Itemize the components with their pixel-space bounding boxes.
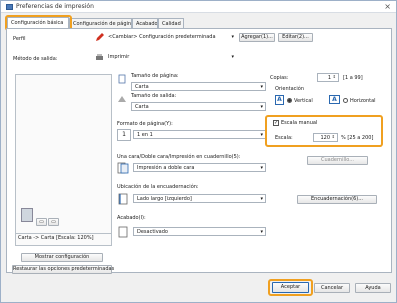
chevron-down-icon: ▾ xyxy=(260,84,263,90)
page-size-select[interactable]: Carta ▾ xyxy=(131,82,266,91)
copies-value: 1 xyxy=(327,75,331,81)
tab-quality[interactable]: Calidad xyxy=(158,18,184,28)
duplex-select[interactable]: Impresión a doble cara ▾ xyxy=(133,163,266,172)
title-bar: Preferencias de impresión × xyxy=(1,1,396,13)
binding-button[interactable]: Encuadernación(6)... xyxy=(297,195,377,204)
chevron-down-icon: ▾ xyxy=(260,165,263,171)
chevron-down-icon: ▾ xyxy=(231,34,234,40)
printer-icon xyxy=(6,4,13,10)
output-size-label: Tamaño de salida: xyxy=(131,93,177,99)
help-button[interactable]: Ayuda xyxy=(355,283,391,293)
printer-icon xyxy=(96,54,103,60)
orientation-horizontal-radio[interactable] xyxy=(343,98,348,103)
chevron-down-icon: ▾ xyxy=(260,196,263,202)
binding-value: Lado largo [izquierdo] xyxy=(137,196,192,202)
printer-graphic xyxy=(21,208,33,222)
binding-label: Ubicación de la encuadernación: xyxy=(117,184,199,190)
spinner-arrows-icon[interactable]: ⇕ xyxy=(333,74,336,79)
window-title: Preferencias de impresión xyxy=(16,3,94,10)
output-method-label: Método de salida: xyxy=(13,56,58,62)
landscape-icon: A xyxy=(329,95,340,104)
chevron-down-icon: ▾ xyxy=(231,54,234,60)
profile-select[interactable]: <Cambiar> Configuración predeterminada ▾ xyxy=(105,33,236,42)
chevron-down-icon: ▾ xyxy=(260,132,263,138)
scale-highlight xyxy=(265,115,383,147)
pencil-icon xyxy=(96,33,104,41)
cancel-button[interactable]: Cancelar xyxy=(314,283,350,293)
close-icon[interactable]: × xyxy=(384,2,391,11)
page-format-label: Formato de página(Y): xyxy=(117,121,173,127)
copies-range: [1 a 99] xyxy=(343,75,363,81)
page-size-label: Tamaño de página: xyxy=(131,73,179,79)
tab-page-setup[interactable]: Configuración de página xyxy=(69,18,132,28)
chevron-down-icon: ▾ xyxy=(260,104,263,110)
page-size-icon xyxy=(118,74,126,84)
page-swap-button[interactable]: ▭ xyxy=(48,218,59,226)
output-size-value: Carta xyxy=(135,104,149,110)
profile-value: <Cambiar> Configuración predeterminada xyxy=(108,34,216,40)
portrait-icon: A xyxy=(275,95,284,105)
tab-finishing[interactable]: Acabado xyxy=(132,18,158,28)
page-format-icon: 1 xyxy=(117,129,131,141)
output-method-value: Imprimir xyxy=(108,54,130,60)
output-method-select[interactable]: Imprimir ▾ xyxy=(105,53,236,62)
finishing-icon xyxy=(118,226,128,238)
add-profile-button[interactable]: Agregar(1)... xyxy=(239,33,275,42)
settings-panel: Perfil <Cambiar> Configuración predeterm… xyxy=(6,28,392,274)
print-preferences-window: Preferencias de impresión × Configuració… xyxy=(0,0,397,303)
copies-spinner[interactable]: 1 ⇕ xyxy=(317,73,339,82)
duplex-icon xyxy=(117,162,129,174)
edit-profile-button[interactable]: Editar(2)... xyxy=(278,33,313,42)
output-size-icon xyxy=(118,96,126,102)
ok-highlight xyxy=(268,279,313,296)
finishing-value: Desactivado xyxy=(137,229,168,235)
print-preview: ▭ ▭ Carta -> Carta [Escala: 120%] xyxy=(15,74,112,246)
binding-icon xyxy=(118,193,128,205)
booklet-button[interactable]: Cuadernillo... xyxy=(307,156,368,165)
profile-label: Perfil xyxy=(13,36,26,42)
orientation-label: Orientación xyxy=(275,86,305,92)
show-settings-button[interactable]: Mostrar configuración xyxy=(21,253,103,262)
chevron-down-icon: ▾ xyxy=(260,229,263,235)
page-size-value: Carta xyxy=(135,84,149,90)
restore-defaults-button[interactable]: Restaurar las opciones predeterminadas xyxy=(12,265,114,274)
orientation-vertical-radio[interactable] xyxy=(287,98,292,103)
finishing-label: Acabado(I): xyxy=(117,215,146,221)
duplex-value: Impresión a doble cara xyxy=(137,165,195,171)
copies-label: Copias: xyxy=(270,75,289,81)
vertical-label: Vertical xyxy=(294,98,313,104)
horizontal-label: Horizontal xyxy=(350,98,376,104)
binding-select[interactable]: Lado largo [izquierdo] ▾ xyxy=(133,194,266,203)
output-size-select[interactable]: Carta ▾ xyxy=(131,102,266,111)
duplex-label: Una cara/Doble cara/Impresión en cuadern… xyxy=(117,154,241,160)
page-format-value: 1 en 1 xyxy=(137,132,153,138)
finishing-select[interactable]: Desactivado ▾ xyxy=(133,227,266,236)
preview-caption: Carta -> Carta [Escala: 120%] xyxy=(16,233,111,241)
page-view-button[interactable]: ▭ xyxy=(36,218,47,226)
page-format-select[interactable]: 1 en 1 ▾ xyxy=(133,130,266,139)
